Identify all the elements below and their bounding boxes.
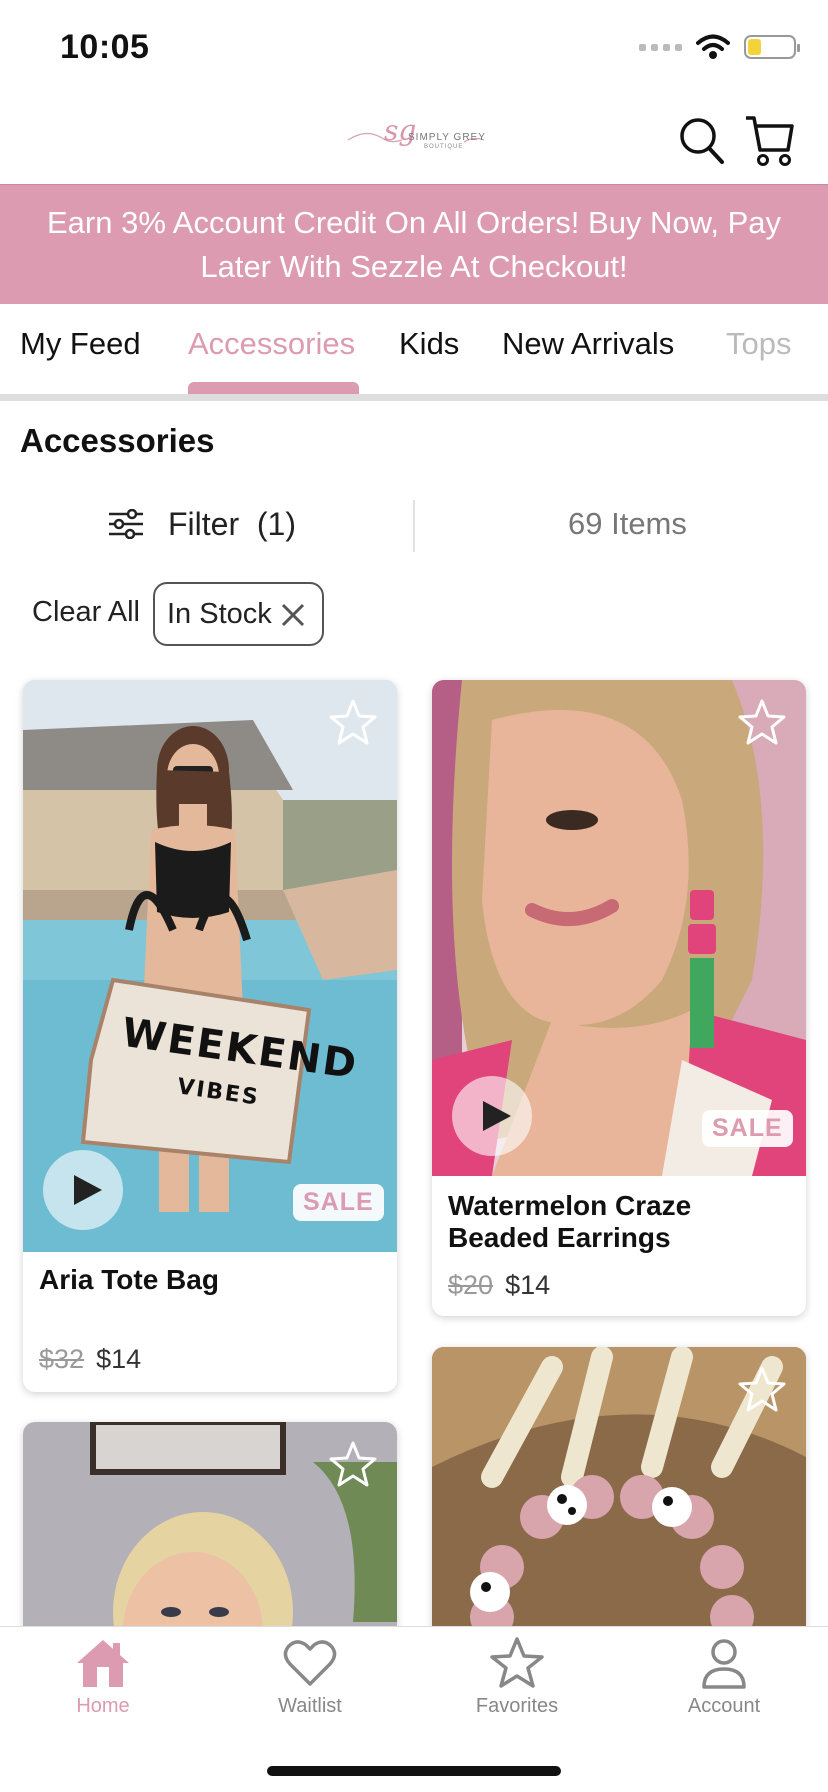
nav-label: Favorites <box>475 1695 559 1717</box>
filter-chip-label: In Stock <box>167 597 272 630</box>
nav-label: Account <box>687 1695 761 1717</box>
sale-badge: SALE <box>702 1110 793 1147</box>
star-icon[interactable] <box>329 1440 377 1488</box>
nav-account[interactable]: Account <box>644 1637 804 1747</box>
tab-kids[interactable]: Kids <box>399 326 459 362</box>
product-image[interactable]: SALE <box>432 680 806 1176</box>
product-card[interactable]: SALE Watermelon Craze Beaded Earrings $2… <box>432 680 806 1316</box>
cellular-signal-icon <box>639 43 682 51</box>
home-icon <box>77 1640 129 1687</box>
product-name[interactable]: Watermelon Craze Beaded Earrings <box>448 1190 788 1254</box>
close-icon[interactable] <box>278 600 308 630</box>
logo-wordmark: SIMPLY GREY <box>408 132 486 143</box>
sale-badge: SALE <box>293 1184 384 1221</box>
play-video-button[interactable] <box>452 1076 532 1156</box>
sale-price: $14 <box>505 1270 551 1300</box>
play-video-button[interactable] <box>43 1150 123 1230</box>
product-name[interactable]: Aria Tote Bag <box>39 1264 219 1296</box>
home-indicator <box>267 1766 561 1776</box>
sale-price: $14 <box>96 1344 142 1374</box>
nav-favorites[interactable]: Favorites <box>437 1637 597 1747</box>
nav-waitlist[interactable]: Waitlist <box>230 1637 390 1747</box>
logo-subtitle: BOUTIQUE <box>424 144 464 150</box>
battery-icon <box>744 35 800 59</box>
heart-icon <box>283 1640 337 1686</box>
tab-accessories[interactable]: Accessories <box>188 326 355 362</box>
star-icon[interactable] <box>738 698 786 746</box>
tab-my-feed[interactable]: My Feed <box>20 326 141 362</box>
filter-row: Filter (1) 69 Items <box>0 494 828 554</box>
filter-count: (1) <box>256 505 296 542</box>
item-count: 69 Items <box>568 506 687 541</box>
nav-label: Waitlist <box>278 1695 342 1717</box>
promo-banner[interactable]: Earn 3% Account Credit On All Orders! Bu… <box>0 184 828 304</box>
nav-home[interactable]: Home <box>23 1637 183 1747</box>
filter-chip-in-stock[interactable]: In Stock <box>153 582 324 646</box>
cart-button[interactable] <box>744 112 796 168</box>
search-button[interactable] <box>676 112 728 168</box>
product-image[interactable]: WEEKEND VIBES SALE <box>23 680 397 1252</box>
star-icon[interactable] <box>329 698 377 746</box>
product-price: $20 $14 <box>448 1270 550 1301</box>
status-bar: 10:05 <box>0 0 828 96</box>
filter-label: Filter (1) <box>168 505 296 542</box>
page-title: Accessories <box>20 422 215 459</box>
active-tab-indicator <box>188 382 359 394</box>
tab-tops[interactable]: Tops <box>726 326 791 362</box>
tab-new-arrivals[interactable]: New Arrivals <box>502 326 674 362</box>
wifi-icon <box>696 34 730 59</box>
filter-button[interactable]: Filter (1) <box>108 494 296 554</box>
person-icon <box>702 1639 746 1689</box>
app-header: sg SIMPLY GREY BOUTIQUE <box>0 96 828 184</box>
brand-logo[interactable]: sg SIMPLY GREY BOUTIQUE <box>346 114 486 158</box>
nav-label: Home <box>76 1695 130 1717</box>
product-card[interactable]: WEEKEND VIBES SALE Aria Tote Bag $32 $14 <box>23 680 397 1392</box>
original-price: $32 <box>39 1344 85 1374</box>
star-icon <box>490 1637 544 1688</box>
active-filters: Clear All In Stock <box>0 582 828 648</box>
original-price: $20 <box>448 1270 494 1300</box>
filter-sliders-icon <box>109 509 143 539</box>
status-time: 10:05 <box>60 28 150 66</box>
clear-all-button[interactable]: Clear All <box>32 596 140 629</box>
status-icons <box>639 34 800 60</box>
cart-icon <box>746 116 794 166</box>
search-icon <box>680 118 724 164</box>
product-price: $32 $14 <box>39 1344 141 1375</box>
tabs-divider <box>0 394 828 401</box>
star-icon[interactable] <box>738 1365 786 1413</box>
filter-divider <box>413 500 415 552</box>
category-tabs: My Feed Accessories Kids New Arrivals To… <box>0 304 828 396</box>
